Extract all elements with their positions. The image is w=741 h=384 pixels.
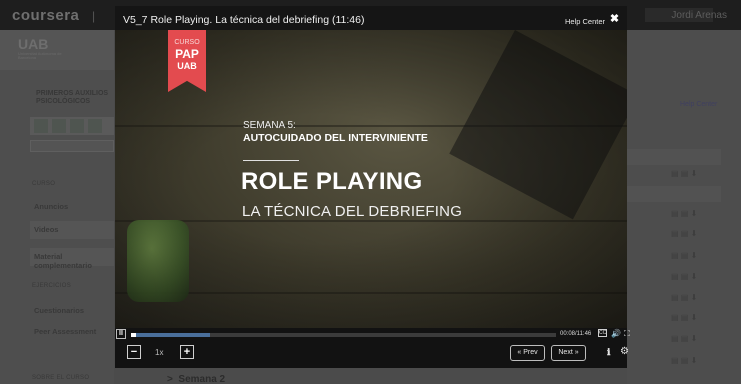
- row-download-icons[interactable]: ▤ ▤ ⬇: [671, 313, 711, 323]
- sidebar-item-material[interactable]: Material complementario: [30, 248, 114, 270]
- uab-logo: UAB: [18, 36, 49, 52]
- brand-separator: |: [92, 9, 96, 23]
- video-week-label: SEMANA 5:: [243, 120, 296, 131]
- coursera-logo: coursera: [12, 7, 80, 24]
- course-title: PRIMEROS AUXILIOS PSICOLÓGICOS: [36, 90, 109, 105]
- video-subtitle: LA TÉCNICA DEL DEBRIEFING: [242, 203, 463, 220]
- content-row: [627, 186, 721, 202]
- volume-icon[interactable]: 🔊: [611, 329, 621, 338]
- ribbon-pap-label: PAP: [175, 47, 199, 61]
- speed-up-button[interactable]: +: [180, 345, 194, 359]
- sidebar-section-curso: CURSO: [32, 181, 56, 187]
- row-download-icons[interactable]: ▤ ▤ ⬇: [671, 229, 711, 239]
- week-2-label: Semana 2: [178, 374, 226, 384]
- row-download-icons[interactable]: ▤ ▤ ⬇: [671, 334, 711, 344]
- row-download-icons[interactable]: ▤ ▤ ⬇: [671, 169, 711, 179]
- time-display: 00:08/11:46: [560, 331, 592, 337]
- sidebar-section-ejercicios: EJERCICIOS: [32, 283, 72, 289]
- row-download-icons[interactable]: ▤ ▤ ⬇: [671, 293, 711, 303]
- progress-bar[interactable]: [131, 333, 556, 337]
- help-center-link-background[interactable]: Help Center: [680, 101, 717, 108]
- sidebar-item-anuncios[interactable]: Anuncios: [30, 198, 114, 216]
- sidebar-item-peer-assessment[interactable]: Peer Assessment: [30, 323, 114, 341]
- video-title-divider: [243, 160, 299, 161]
- ribbon-curso-label: CURSO: [174, 39, 200, 46]
- row-download-icons[interactable]: ▤ ▤ ⬇: [671, 251, 711, 261]
- prev-button[interactable]: « Prev: [510, 345, 545, 361]
- sidebar-item-videos[interactable]: Videos: [30, 221, 114, 239]
- progress-played: [131, 333, 137, 337]
- fullscreen-icon[interactable]: ⛶: [624, 329, 630, 338]
- speed-down-button[interactable]: −: [127, 345, 141, 359]
- progress-buffered: [131, 333, 210, 337]
- video-section-title: AUTOCUIDADO DEL INTERVINIENTE: [243, 132, 428, 144]
- ribbon-uab-label: UAB: [177, 61, 197, 71]
- row-download-icons[interactable]: ▤ ▤ ⬇: [671, 209, 711, 219]
- playback-speed: 1x: [155, 348, 164, 357]
- close-icon[interactable]: ✖: [609, 14, 620, 25]
- gear-icon[interactable]: ⚙: [620, 346, 629, 357]
- content-row: [627, 149, 721, 165]
- captions-icon[interactable]: CC: [598, 329, 607, 337]
- week-2-heading[interactable]: > Semana 2: [167, 374, 225, 384]
- info-icon[interactable]: ℹ: [607, 347, 610, 358]
- user-name: Jordi Arenas: [671, 10, 727, 21]
- content-area-right: [627, 30, 741, 384]
- course-banner-image: [30, 117, 114, 135]
- sidebar-search-input[interactable]: [30, 140, 114, 152]
- sidebar-item-cuestionarios[interactable]: Cuestionarios: [30, 302, 114, 320]
- row-download-icons[interactable]: ▤ ▤ ⬇: [671, 356, 711, 366]
- next-button[interactable]: Next »: [551, 345, 586, 361]
- help-center-link[interactable]: Help Center: [565, 17, 605, 26]
- sidebar-section-sobre: SOBRE EL CURSO: [32, 375, 90, 381]
- modal-title: V5_7 Role Playing. La técnica del debrie…: [123, 14, 365, 26]
- pause-icon[interactable]: II: [116, 329, 126, 339]
- uab-logo-subtitle: Universitat Autònoma de Barcelona: [18, 51, 62, 60]
- video-main-title: ROLE PLAYING: [241, 168, 423, 195]
- row-download-icons[interactable]: ▤ ▤ ⬇: [671, 272, 711, 282]
